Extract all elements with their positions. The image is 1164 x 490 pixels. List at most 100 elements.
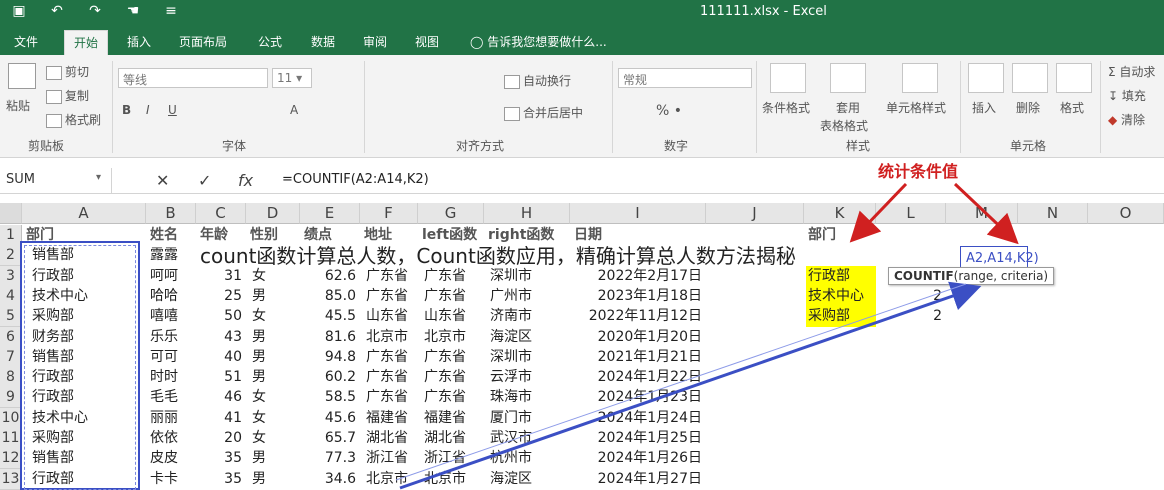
cell-gender[interactable]: 男 <box>250 286 300 307</box>
cell-score[interactable]: 85.0 <box>300 286 360 307</box>
tab-formulas[interactable]: 公式 <box>258 33 282 50</box>
undo-icon[interactable]: ↶ <box>46 3 68 19</box>
cell-name[interactable]: 卡卡 <box>148 469 196 490</box>
insert-function-icon[interactable]: fx <box>238 171 253 190</box>
row-header[interactable]: 1 <box>0 225 22 246</box>
cell-score[interactable]: 77.3 <box>300 448 360 469</box>
row-header[interactable]: 11 <box>0 428 22 449</box>
cell-date[interactable]: 2020年1月20日 <box>570 327 706 348</box>
cell-left[interactable]: 山东省 <box>422 306 484 327</box>
insert-cells-button[interactable]: 插入 <box>972 99 996 116</box>
column-header[interactable]: G <box>418 203 484 224</box>
underline-button[interactable]: U <box>168 103 177 117</box>
cell-age[interactable]: 35 <box>196 469 246 490</box>
format-cells-button[interactable]: 格式 <box>1060 99 1084 116</box>
tab-page-layout[interactable]: 页面布局 <box>179 33 227 50</box>
cell-date[interactable]: 2023年1月18日 <box>570 286 706 307</box>
select-all-corner[interactable] <box>0 203 22 224</box>
row-header[interactable]: 7 <box>0 346 22 368</box>
column-header[interactable]: H <box>484 203 570 224</box>
tell-me-search[interactable]: ◯ 告诉我您想要做什么... <box>470 33 607 50</box>
cell-gender[interactable]: 女 <box>250 387 300 408</box>
delete-cells-button[interactable]: 删除 <box>1016 99 1040 116</box>
cell-score[interactable]: 81.6 <box>300 327 360 348</box>
cell-date[interactable]: 2024年1月26日 <box>570 448 706 469</box>
cell-age[interactable]: 35 <box>196 448 246 469</box>
cell-right[interactable]: 珠海市 <box>488 387 570 408</box>
format-as-table-icon[interactable] <box>830 63 866 93</box>
cell-address[interactable]: 广东省 <box>364 347 418 368</box>
cell-date[interactable]: 2022年11月12日 <box>570 306 706 327</box>
row-header[interactable]: 6 <box>0 326 22 348</box>
save-icon[interactable]: ▣ <box>8 3 30 19</box>
cell-count[interactable]: 2 <box>876 306 946 327</box>
cell-age[interactable]: 43 <box>196 327 246 348</box>
cell-address[interactable]: 广东省 <box>364 367 418 388</box>
header-cell[interactable]: 姓名 <box>148 225 196 246</box>
row-header[interactable]: 10 <box>0 407 22 429</box>
tab-view[interactable]: 视图 <box>415 33 439 50</box>
cell-name[interactable]: 乐乐 <box>148 327 196 348</box>
cell-criteria[interactable]: 采购部 <box>806 306 876 328</box>
cell-score[interactable]: 45.6 <box>300 408 360 429</box>
cell-address[interactable]: 福建省 <box>364 408 418 429</box>
column-header[interactable]: O <box>1088 203 1164 224</box>
cell-right[interactable]: 深圳市 <box>488 347 570 368</box>
customize-qat-icon[interactable]: ≡ <box>160 3 182 19</box>
cell-name[interactable]: 嘻嘻 <box>148 306 196 327</box>
column-header[interactable]: D <box>246 203 300 224</box>
cell-gender[interactable]: 男 <box>250 327 300 348</box>
column-header[interactable]: F <box>360 203 418 224</box>
tab-data[interactable]: 数据 <box>311 33 335 50</box>
cell-address[interactable]: 广东省 <box>364 387 418 408</box>
cell-name[interactable]: 时时 <box>148 367 196 388</box>
row-header[interactable]: 9 <box>0 387 22 409</box>
row-header[interactable]: 12 <box>0 448 22 470</box>
column-header[interactable]: K <box>804 203 876 224</box>
tab-home[interactable]: 开始 <box>64 30 109 55</box>
cell-address[interactable]: 山东省 <box>364 306 418 327</box>
bold-button[interactable]: B <box>122 103 131 117</box>
italic-button[interactable]: I <box>146 103 150 117</box>
cell-age[interactable]: 40 <box>196 347 246 368</box>
cell-score[interactable]: 94.8 <box>300 347 360 368</box>
cell-gender[interactable]: 女 <box>250 428 300 449</box>
format-painter-button[interactable]: 格式刷 <box>46 111 101 128</box>
conditional-format-button[interactable]: 条件格式 <box>762 99 810 116</box>
conditional-format-icon[interactable] <box>770 63 806 93</box>
cell-left[interactable]: 广东省 <box>422 286 484 307</box>
cell-name[interactable]: 皮皮 <box>148 448 196 469</box>
cell-score[interactable]: 58.5 <box>300 387 360 408</box>
format-cells-icon[interactable] <box>1056 63 1092 93</box>
cell-left[interactable]: 湖北省 <box>422 428 484 449</box>
tab-insert[interactable]: 插入 <box>127 33 151 50</box>
cell-name[interactable]: 哈哈 <box>148 286 196 307</box>
cell-left[interactable]: 北京市 <box>422 469 484 490</box>
cell-age[interactable]: 20 <box>196 428 246 449</box>
cell-right[interactable]: 海淀区 <box>488 327 570 348</box>
redo-icon[interactable]: ↷ <box>84 3 106 19</box>
cell-gender[interactable]: 男 <box>250 448 300 469</box>
column-header[interactable]: A <box>22 203 146 224</box>
row-header[interactable]: 2 <box>0 245 22 267</box>
cell-date[interactable]: 2024年1月25日 <box>570 428 706 449</box>
cell-left[interactable]: 北京市 <box>422 327 484 348</box>
cell-age[interactable]: 46 <box>196 387 246 408</box>
font-size-select[interactable]: 11 ▾ <box>272 68 312 88</box>
header-cell[interactable]: 部门 <box>806 225 876 246</box>
cell-left[interactable]: 浙江省 <box>422 448 484 469</box>
cell-name[interactable]: 露露 <box>148 245 196 266</box>
enter-icon[interactable]: ✓ <box>198 171 211 190</box>
format-as-table-button[interactable]: 套用 <box>836 99 860 116</box>
cell-score[interactable]: 65.7 <box>300 428 360 449</box>
cell-styles-button[interactable]: 单元格样式 <box>886 99 946 116</box>
cell-date[interactable]: 2024年1月24日 <box>570 408 706 429</box>
delete-cells-icon[interactable] <box>1012 63 1048 93</box>
cell-right[interactable]: 杭州市 <box>488 448 570 469</box>
cell-address[interactable]: 广东省 <box>364 286 418 307</box>
cell-right[interactable]: 济南市 <box>488 306 570 327</box>
fill-button[interactable]: ↧ 填充 <box>1108 87 1146 104</box>
touch-mode-icon[interactable]: ☚ <box>122 3 144 19</box>
row-header[interactable]: 4 <box>0 285 22 307</box>
cell-date[interactable]: 2024年1月23日 <box>570 387 706 408</box>
